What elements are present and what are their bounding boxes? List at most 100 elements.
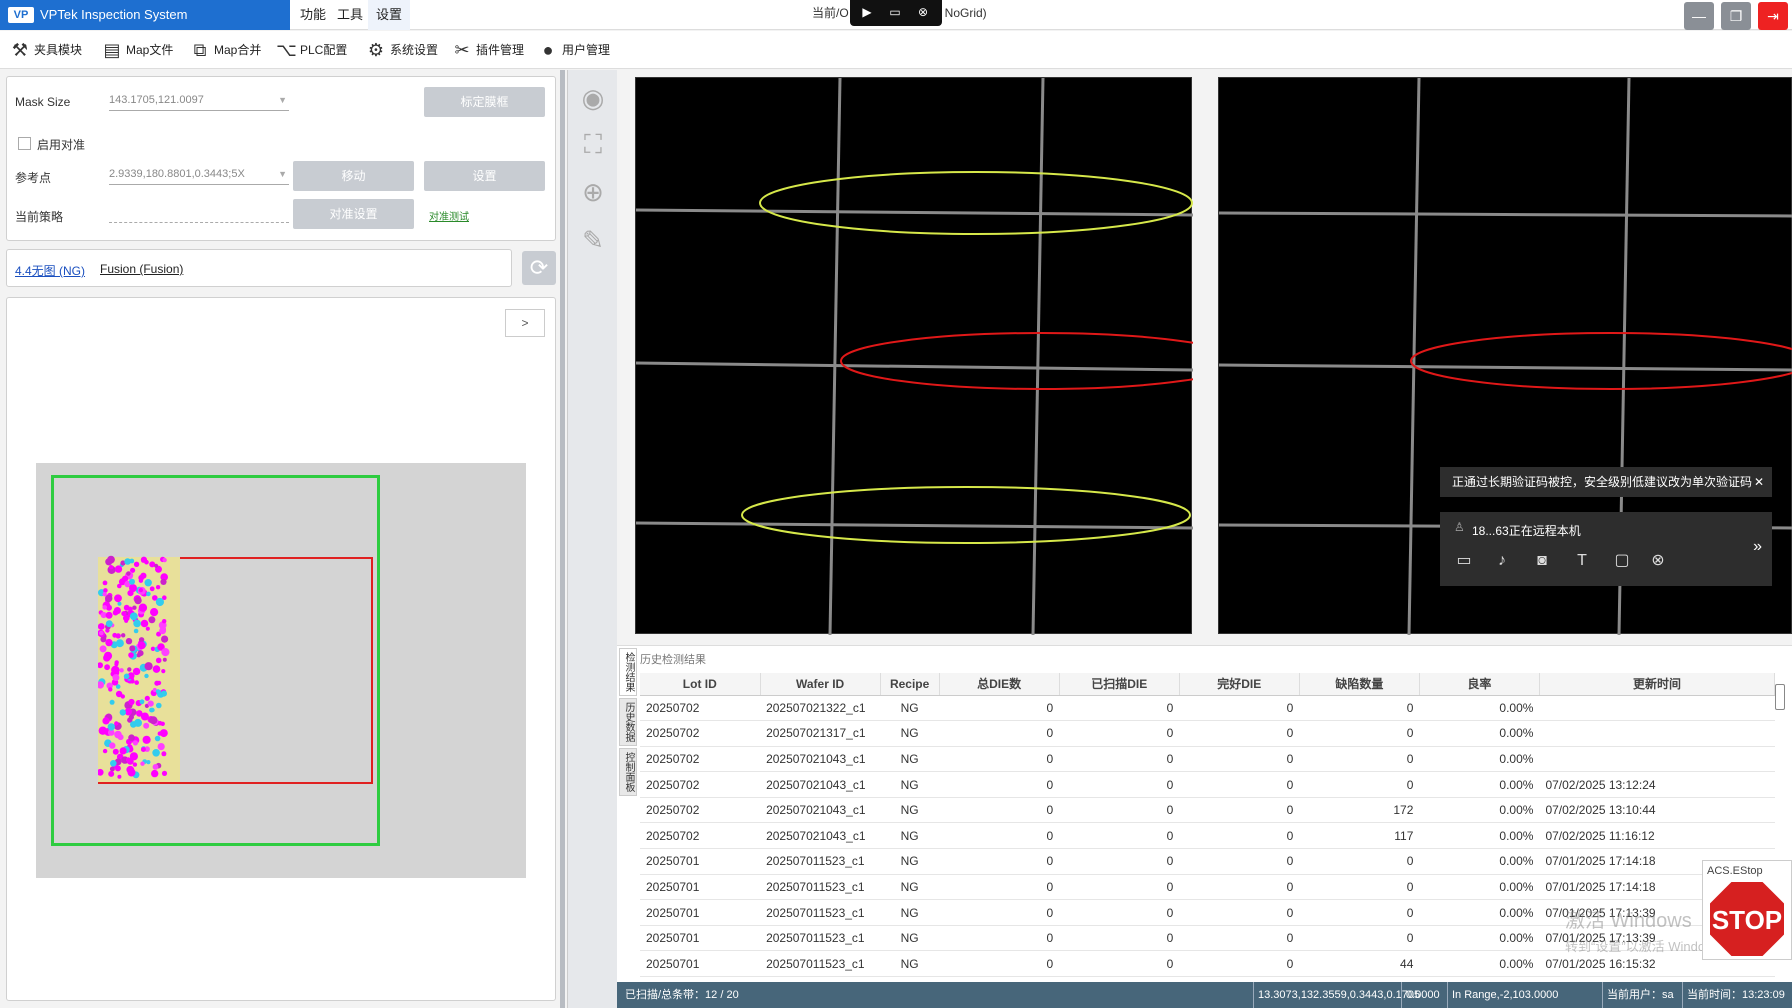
table-cell: 0	[1059, 950, 1180, 978]
chat-icon[interactable]: ▭	[1452, 550, 1476, 572]
menu-tools[interactable]: 工具	[329, 0, 371, 30]
panel-splitter[interactable]	[560, 70, 565, 1008]
defect-dot	[132, 762, 138, 767]
table-row[interactable]: 20250702 202507021317_c1 NG 0 0 0 0 0.00%	[640, 720, 1775, 747]
camera-icon[interactable]: ◉	[575, 80, 611, 116]
capture-icon[interactable]: ⛶	[575, 126, 611, 162]
image-view-left[interactable]	[635, 77, 1193, 635]
column-header[interactable]: Wafer ID	[760, 673, 881, 696]
remote-screen-icon[interactable]: ▭	[886, 5, 904, 19]
defect-dot	[144, 673, 149, 679]
table-row[interactable]: 20250702 202507021043_c1 NG 0 0 0 0 0.00%	[640, 746, 1775, 773]
table-row[interactable]: 20250701 202507011523_c1 NG 0 0 0 0 0.00% 07/01/…	[640, 874, 1775, 901]
exit-button[interactable]: ⇥	[1758, 2, 1788, 30]
defect-dot	[133, 561, 140, 567]
toolbar-plc-config[interactable]: ⌥ PLC配置	[274, 37, 347, 63]
toolbar-user-management[interactable]: ● 用户管理	[536, 37, 610, 63]
toolbar-map-merge[interactable]: ⧉ Map合并	[188, 37, 262, 63]
table-cell: 0	[939, 771, 1060, 798]
tab-history-data[interactable]: 历史数据	[619, 698, 637, 746]
menu-settings[interactable]: 设置	[368, 0, 411, 30]
table-cell: 20250701	[640, 899, 761, 926]
table-row[interactable]: 20250702 202507021043_c1 NG 0 0 0 117 0.00% 07/0…	[640, 822, 1775, 850]
camera-icon[interactable]: ◙	[1530, 550, 1554, 572]
defect-dot	[154, 563, 159, 568]
table-cell: 202507021322_c1	[760, 695, 881, 722]
recipe-link-fusion[interactable]: Fusion (Fusion)	[100, 262, 183, 276]
defect-dot	[109, 766, 115, 772]
move-button[interactable]: 移动	[293, 161, 414, 191]
calibrate-frame-button[interactable]: 标定膜框	[424, 87, 545, 117]
scan-progress: 已扫描/总条带：12 / 20	[625, 989, 739, 1001]
toolbar-system-settings[interactable]: ⚙ 系统设置	[364, 37, 438, 63]
refresh-recipe-button[interactable]: ⟳	[522, 251, 556, 285]
table-cell: 0.00%	[1419, 746, 1540, 773]
strategy-field[interactable]	[109, 201, 289, 223]
column-header[interactable]: Lot ID	[640, 673, 761, 696]
menu-function[interactable]: 功能	[292, 0, 334, 30]
table-cell: 0	[1299, 899, 1420, 926]
defect-dot	[138, 603, 148, 612]
table-row[interactable]: 20250702 202507021322_c1 NG 0 0 0 0 0.00%	[640, 695, 1775, 722]
ruler-icon[interactable]: ✎	[575, 222, 611, 258]
column-header[interactable]: 完好DIE	[1179, 673, 1300, 696]
table-cell: 20250702	[640, 797, 761, 824]
close-icon[interactable]: ✕	[1754, 467, 1764, 497]
remote-play-icon[interactable]: ▶	[858, 5, 876, 19]
defect-dot	[105, 594, 113, 603]
align-test-link[interactable]: 对准测试	[429, 208, 469, 223]
defect-dot	[146, 760, 151, 765]
defect-dot	[154, 735, 161, 742]
minimize-button[interactable]: —	[1684, 2, 1714, 30]
ref-point-dropdown[interactable]: 2.9339,180.8801,0.3443;5X ▼	[109, 163, 289, 185]
toolbar-map-file[interactable]: ▤ Map文件	[100, 37, 173, 63]
defect-dot	[134, 597, 142, 605]
maximize-button[interactable]: ❐	[1721, 2, 1751, 30]
defect-dot	[150, 608, 159, 617]
remote-close-icon[interactable]: ⊗	[914, 5, 932, 19]
scrollbar-thumb[interactable]	[1775, 684, 1785, 710]
stop-sign-icon[interactable]: STOP	[1707, 879, 1787, 959]
column-header[interactable]: 良率	[1419, 673, 1540, 696]
wafer-map-canvas[interactable]	[36, 463, 526, 878]
recipe-link-ng[interactable]: 4.4无图 (NG)	[15, 262, 85, 279]
table-row[interactable]: 20250702 202507021043_c1 NG 0 0 0 172 0.00% 07/0…	[640, 797, 1775, 824]
enable-align-checkbox[interactable]	[18, 137, 31, 150]
table-cell: 0	[1059, 720, 1180, 747]
table-cell: 20250702	[640, 720, 761, 747]
map-file-icon: ▤	[103, 40, 121, 60]
set-button[interactable]: 设置	[424, 161, 545, 191]
defect-dot	[114, 662, 119, 667]
column-header[interactable]: Recipe	[880, 673, 940, 696]
disconnect-icon[interactable]: ⊗	[1646, 550, 1670, 572]
defect-dot	[155, 657, 162, 664]
collapse-icon[interactable]: »	[1753, 538, 1762, 556]
mask-size-dropdown[interactable]: 143.1705,121.0097 ▼	[109, 89, 289, 111]
table-row[interactable]: 20250702 202507021043_c1 NG 0 0 0 0 0.00% 07/02/…	[640, 771, 1775, 798]
table-cell: NG	[880, 925, 940, 952]
table-cell: 0	[1299, 925, 1420, 952]
column-header[interactable]: 已扫描DIE	[1059, 673, 1180, 696]
tab-inspection-result[interactable]: 检测结果	[619, 648, 637, 696]
folder-icon[interactable]: ▢	[1610, 550, 1634, 572]
tab-control-panel[interactable]: 控制面板	[619, 748, 637, 796]
table-cell: 0	[1299, 746, 1420, 773]
table-cell: NG	[880, 848, 940, 875]
table-row[interactable]: 20250701 202507011523_c1 NG 0 0 0 0 0.00% 07/01/…	[640, 848, 1775, 875]
table-cell: 117	[1299, 822, 1420, 850]
enable-align-label: 启用对准	[37, 138, 86, 152]
table-cell: NG	[880, 950, 940, 978]
defect-dot	[129, 645, 136, 652]
text-icon[interactable]: T	[1570, 550, 1594, 572]
remote-security-notice: 正通过长期验证码被控，安全级别低建议改为单次验证码 ✕	[1440, 467, 1772, 497]
toolbar-fixture-module[interactable]: ⚒ 夹具模块	[8, 37, 82, 63]
align-settings-button[interactable]: 对准设置	[293, 199, 414, 229]
defect-dot	[109, 742, 116, 749]
wafer-target-icon[interactable]: ⊕	[575, 174, 611, 210]
column-header[interactable]: 总DIE数	[939, 673, 1060, 696]
column-header[interactable]: 更新时间	[1539, 673, 1776, 696]
toolbar-plugin-management[interactable]: ✂ 插件管理	[450, 37, 524, 63]
expand-panel-button[interactable]: >	[505, 309, 545, 337]
microphone-icon[interactable]: ♪	[1490, 550, 1514, 572]
column-header[interactable]: 缺陷数量	[1299, 673, 1420, 696]
